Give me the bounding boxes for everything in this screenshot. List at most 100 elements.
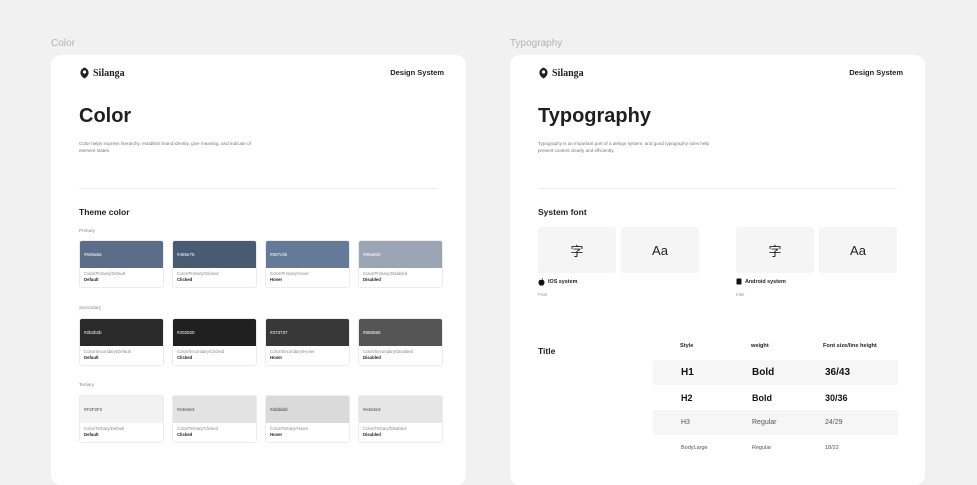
swatch-row-primary: #506a8a Color/Primary/Default Default #465e…: [79, 240, 443, 288]
swatch-token-name: Color/Secondary/Disabled: [363, 349, 413, 354]
table-header-style: Style: [680, 343, 694, 349]
design-system-label: Design System: [849, 68, 903, 77]
android-system-text: Android system: [745, 278, 786, 285]
type-row-h2: H2 Bold 30/36: [653, 385, 898, 410]
swatch-token-name: Color/Primary/Clicked: [177, 271, 219, 276]
swatch-hex: #373737: [266, 319, 349, 346]
page-title: Color: [79, 105, 132, 127]
table-header-weight: weight: [751, 343, 769, 349]
frame-label-typography[interactable]: Typography: [510, 38, 562, 49]
swatch-state: Clicked: [177, 277, 193, 282]
swatch-row-tertiary: #F2F2F2 Color/Tertiary/Default Default #e3e…: [79, 395, 443, 443]
swatch-state: Hover: [270, 355, 283, 360]
type-row-bodylarge: BodyLarge Regular 18/22: [653, 435, 898, 460]
swatch-token-name: Color/Tertiary/Hover: [270, 426, 309, 431]
swatch-state: Default: [84, 355, 99, 360]
ios-system-text: IOS system: [548, 279, 578, 285]
swatch-hex: #555555: [359, 319, 442, 346]
type-cell-style: H2: [681, 392, 693, 403]
swatch-row-secondary: #2b2b2b Color/Secondary/Default Default #20…: [79, 318, 443, 366]
swatch-token-name: Color/Tertiary/Disabled: [363, 426, 407, 431]
swatch-state: Clicked: [177, 432, 193, 437]
swatch-hex: #e3e3e3: [359, 396, 442, 423]
divider: [79, 188, 438, 189]
color-board: Silanga Design System Color Color helps …: [51, 55, 466, 485]
swatch-token-name: Color/Tertiary/Default: [84, 426, 125, 431]
color-swatch-primary-hover[interactable]: #607c9b Color/Primary/Hover Hover: [265, 240, 350, 288]
swatch-state: Clicked: [177, 355, 193, 360]
type-cell-size: 24/29: [825, 419, 843, 426]
swatch-hex: #607c9b: [266, 241, 349, 268]
swatch-state: Disabled: [363, 277, 381, 282]
type-cell-weight: Bold: [752, 367, 775, 378]
ios-glyph-card: 字: [538, 227, 616, 273]
type-cell-size: 36/43: [825, 367, 851, 378]
swatch-token-name: Color/Secondary/Clicked: [177, 349, 225, 354]
swatch-state: Disabled: [363, 355, 381, 360]
swatch-token-name: Color/Secondary/Hover: [270, 349, 315, 354]
ios-font-name: Pixel: [538, 292, 548, 297]
ios-latin-card: Aa: [621, 227, 699, 273]
swatch-hex: #506a8a: [80, 241, 163, 268]
type-row-h1: H1 Bold 36/43: [653, 360, 898, 385]
color-swatch-tertiary-default[interactable]: #F2F2F2 Color/Tertiary/Default Default: [79, 395, 164, 443]
swatch-token-name: Color/Tertiary/Clicked: [177, 426, 218, 431]
type-cell-weight: Regular: [752, 419, 777, 426]
group-label-secondary: Secondary: [79, 305, 101, 310]
brand-name: Silanga: [552, 67, 584, 79]
color-swatch-tertiary-clicked[interactable]: #e3e3e3 Color/Tertiary/Clicked Clicked: [172, 395, 257, 443]
type-cell-size: 18/22: [825, 444, 839, 451]
color-swatch-secondary-disabled[interactable]: #555555 Color/Secondary/Disabled Disabled: [358, 318, 443, 366]
swatch-state: Default: [84, 277, 99, 282]
type-cell-weight: Regular: [752, 444, 772, 451]
color-swatch-primary-clicked[interactable]: #465e75 Color/Primary/Clicked Clicked: [172, 240, 257, 288]
swatch-state: Hover: [270, 432, 283, 437]
swatch-hex: #99a8b9: [359, 241, 442, 268]
swatch-hex: #465e75: [173, 241, 256, 268]
brand-logo: Silanga: [538, 67, 584, 79]
color-swatch-secondary-clicked[interactable]: #202020 Color/Secondary/Clicked Clicked: [172, 318, 257, 366]
table-header-size: Font size/line height: [823, 343, 877, 349]
color-swatch-tertiary-disabled[interactable]: #e3e3e3 Color/Tertiary/Disabled Disabled: [358, 395, 443, 443]
design-system-label: Design System: [390, 68, 444, 77]
title-section-heading: Title: [538, 346, 556, 356]
page-title: Typography: [538, 105, 651, 127]
group-label-tertiary: Tertiary: [79, 382, 95, 387]
type-cell-weight: Bold: [752, 392, 772, 403]
color-swatch-tertiary-hover[interactable]: #dddddd Color/Tertiary/Hover Hover: [265, 395, 350, 443]
apple-icon: [538, 278, 545, 286]
type-cell-style: H3: [681, 419, 690, 426]
silanga-emblem-icon: [539, 67, 548, 79]
type-cell-style: H1: [681, 367, 694, 378]
theme-color-title: Theme color: [79, 207, 130, 217]
swatch-token-name: Color/Primary/Default: [84, 271, 126, 276]
type-cell-style: BodyLarge: [681, 444, 708, 451]
color-swatch-secondary-default[interactable]: #2b2b2b Color/Secondary/Default Default: [79, 318, 164, 366]
android-font-name: Inter: [736, 292, 745, 297]
swatch-state: Default: [84, 432, 99, 437]
android-glyph-card: 字: [736, 227, 814, 273]
silanga-emblem-icon: [80, 67, 89, 79]
color-swatch-primary-disabled[interactable]: #99a8b9 Color/Primary/Disabled Disabled: [358, 240, 443, 288]
swatch-state: Disabled: [363, 432, 381, 437]
divider: [538, 188, 897, 189]
swatch-hex: #202020: [173, 319, 256, 346]
android-system-label: Android system: [736, 278, 786, 285]
brand-name: Silanga: [93, 67, 125, 79]
type-row-h3: H3 Regular 24/29: [653, 410, 898, 435]
page-description: Typography is an important part of a des…: [538, 141, 710, 153]
group-label-primary: Primary: [79, 228, 95, 233]
color-swatch-primary-default[interactable]: #506a8a Color/Primary/Default Default: [79, 240, 164, 288]
android-icon: [736, 278, 742, 285]
color-swatch-secondary-hover[interactable]: #373737 Color/Secondary/Hover Hover: [265, 318, 350, 366]
brand-logo: Silanga: [79, 67, 125, 79]
swatch-token-name: Color/Secondary/Default: [84, 349, 131, 354]
swatch-token-name: Color/Primary/Hover: [270, 271, 309, 276]
swatch-token-name: Color/Primary/Disabled: [363, 271, 408, 276]
android-latin-card: Aa: [819, 227, 897, 273]
swatch-hex: #dddddd: [266, 396, 349, 423]
system-font-title: System font: [538, 207, 587, 217]
type-cell-size: 30/36: [825, 392, 848, 403]
swatch-hex: #2b2b2b: [80, 319, 163, 346]
frame-label-color[interactable]: Color: [51, 38, 75, 49]
